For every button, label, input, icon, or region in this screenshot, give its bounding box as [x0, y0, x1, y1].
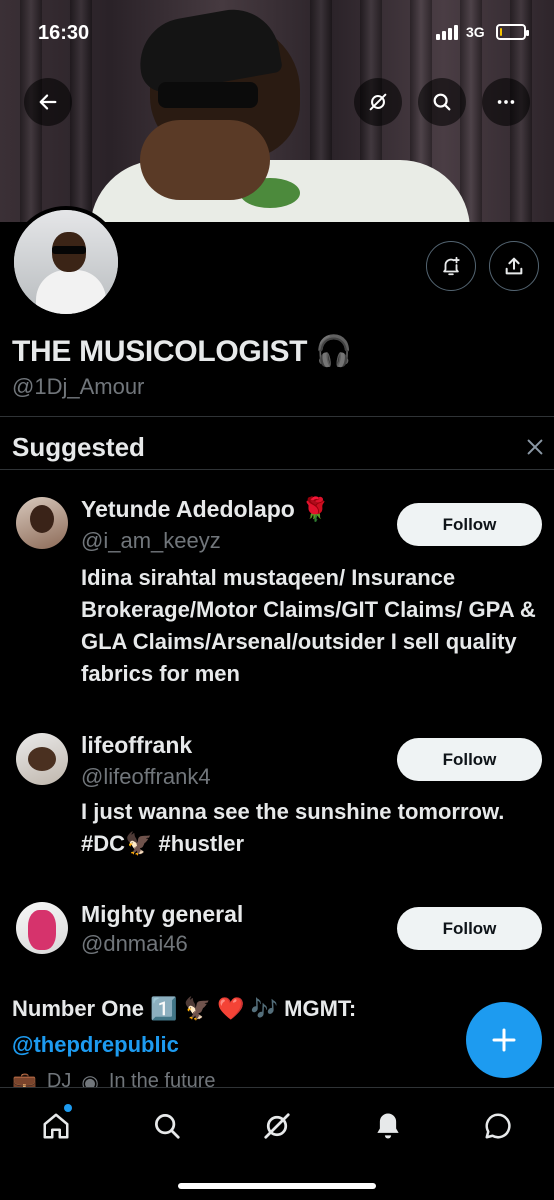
nav-search[interactable]	[147, 1106, 187, 1146]
messages-icon	[485, 1113, 511, 1139]
grok-icon	[264, 1113, 290, 1139]
follow-button[interactable]: Follow	[397, 907, 542, 950]
notification-dot	[64, 1104, 72, 1112]
status-time: 16:30	[38, 22, 90, 44]
notify-button[interactable]	[426, 241, 476, 291]
user-name[interactable]: Yetunde Adedolapo 🌹	[81, 496, 330, 523]
search-button[interactable]	[418, 78, 466, 126]
nav-messages[interactable]	[478, 1106, 518, 1146]
user-avatar[interactable]	[16, 497, 68, 549]
divider	[0, 469, 554, 470]
nav-grok[interactable]	[257, 1106, 297, 1146]
nav-home[interactable]	[36, 1106, 76, 1146]
user-name[interactable]: lifeoffrank	[81, 732, 192, 759]
status-bar: 16:30 3G	[0, 0, 554, 60]
profile-bio-link[interactable]: @thepdrepublic	[12, 1032, 179, 1058]
user-avatar[interactable]	[16, 902, 68, 954]
back-button[interactable]	[24, 78, 72, 126]
search-icon	[155, 1114, 180, 1139]
share-icon	[505, 257, 523, 275]
home-indicator	[178, 1183, 376, 1189]
more-icon	[497, 100, 515, 104]
user-name[interactable]: Mighty general	[81, 901, 243, 928]
signal-icon	[436, 25, 458, 40]
user-avatar[interactable]	[16, 733, 68, 785]
user-handle: @i_am_keeyz	[81, 528, 221, 553]
close-icon[interactable]	[524, 436, 546, 458]
share-button[interactable]	[489, 241, 539, 291]
network-type: 3G	[466, 24, 485, 40]
more-button[interactable]	[482, 78, 530, 126]
plus-icon	[492, 1028, 516, 1052]
follow-button[interactable]: Follow	[397, 738, 542, 781]
battery-icon	[496, 24, 529, 40]
profile-name: THE MUSICOLOGIST 🎧	[12, 335, 353, 368]
divider	[0, 416, 554, 417]
profile-handle: @1Dj_Amour	[12, 374, 145, 399]
grok-button[interactable]	[354, 78, 402, 126]
compose-button[interactable]	[466, 1002, 542, 1078]
battery-level	[500, 28, 502, 36]
home-icon	[43, 1113, 69, 1139]
follow-button[interactable]: Follow	[397, 503, 542, 546]
arrow-left-icon	[39, 94, 57, 110]
profile-avatar[interactable]	[10, 206, 122, 318]
nav-notifications[interactable]	[368, 1106, 408, 1146]
bell-plus-icon	[443, 256, 460, 276]
notifications-icon	[377, 1113, 399, 1139]
search-icon	[433, 93, 451, 111]
user-handle: @dnmai46	[81, 931, 188, 956]
user-handle: @lifeoffrank4	[81, 764, 211, 789]
grok-icon	[369, 93, 387, 111]
user-bio: I just wanna see the sunshine tomorrow. …	[81, 799, 505, 856]
profile-bio: Number One 1️⃣ 🦅 ❤️ 🎶 MGMT:	[12, 996, 357, 1021]
user-bio: Idina sirahtal mustaqeen/ Insurance Brok…	[81, 565, 536, 686]
suggested-title: Suggested	[12, 432, 145, 462]
